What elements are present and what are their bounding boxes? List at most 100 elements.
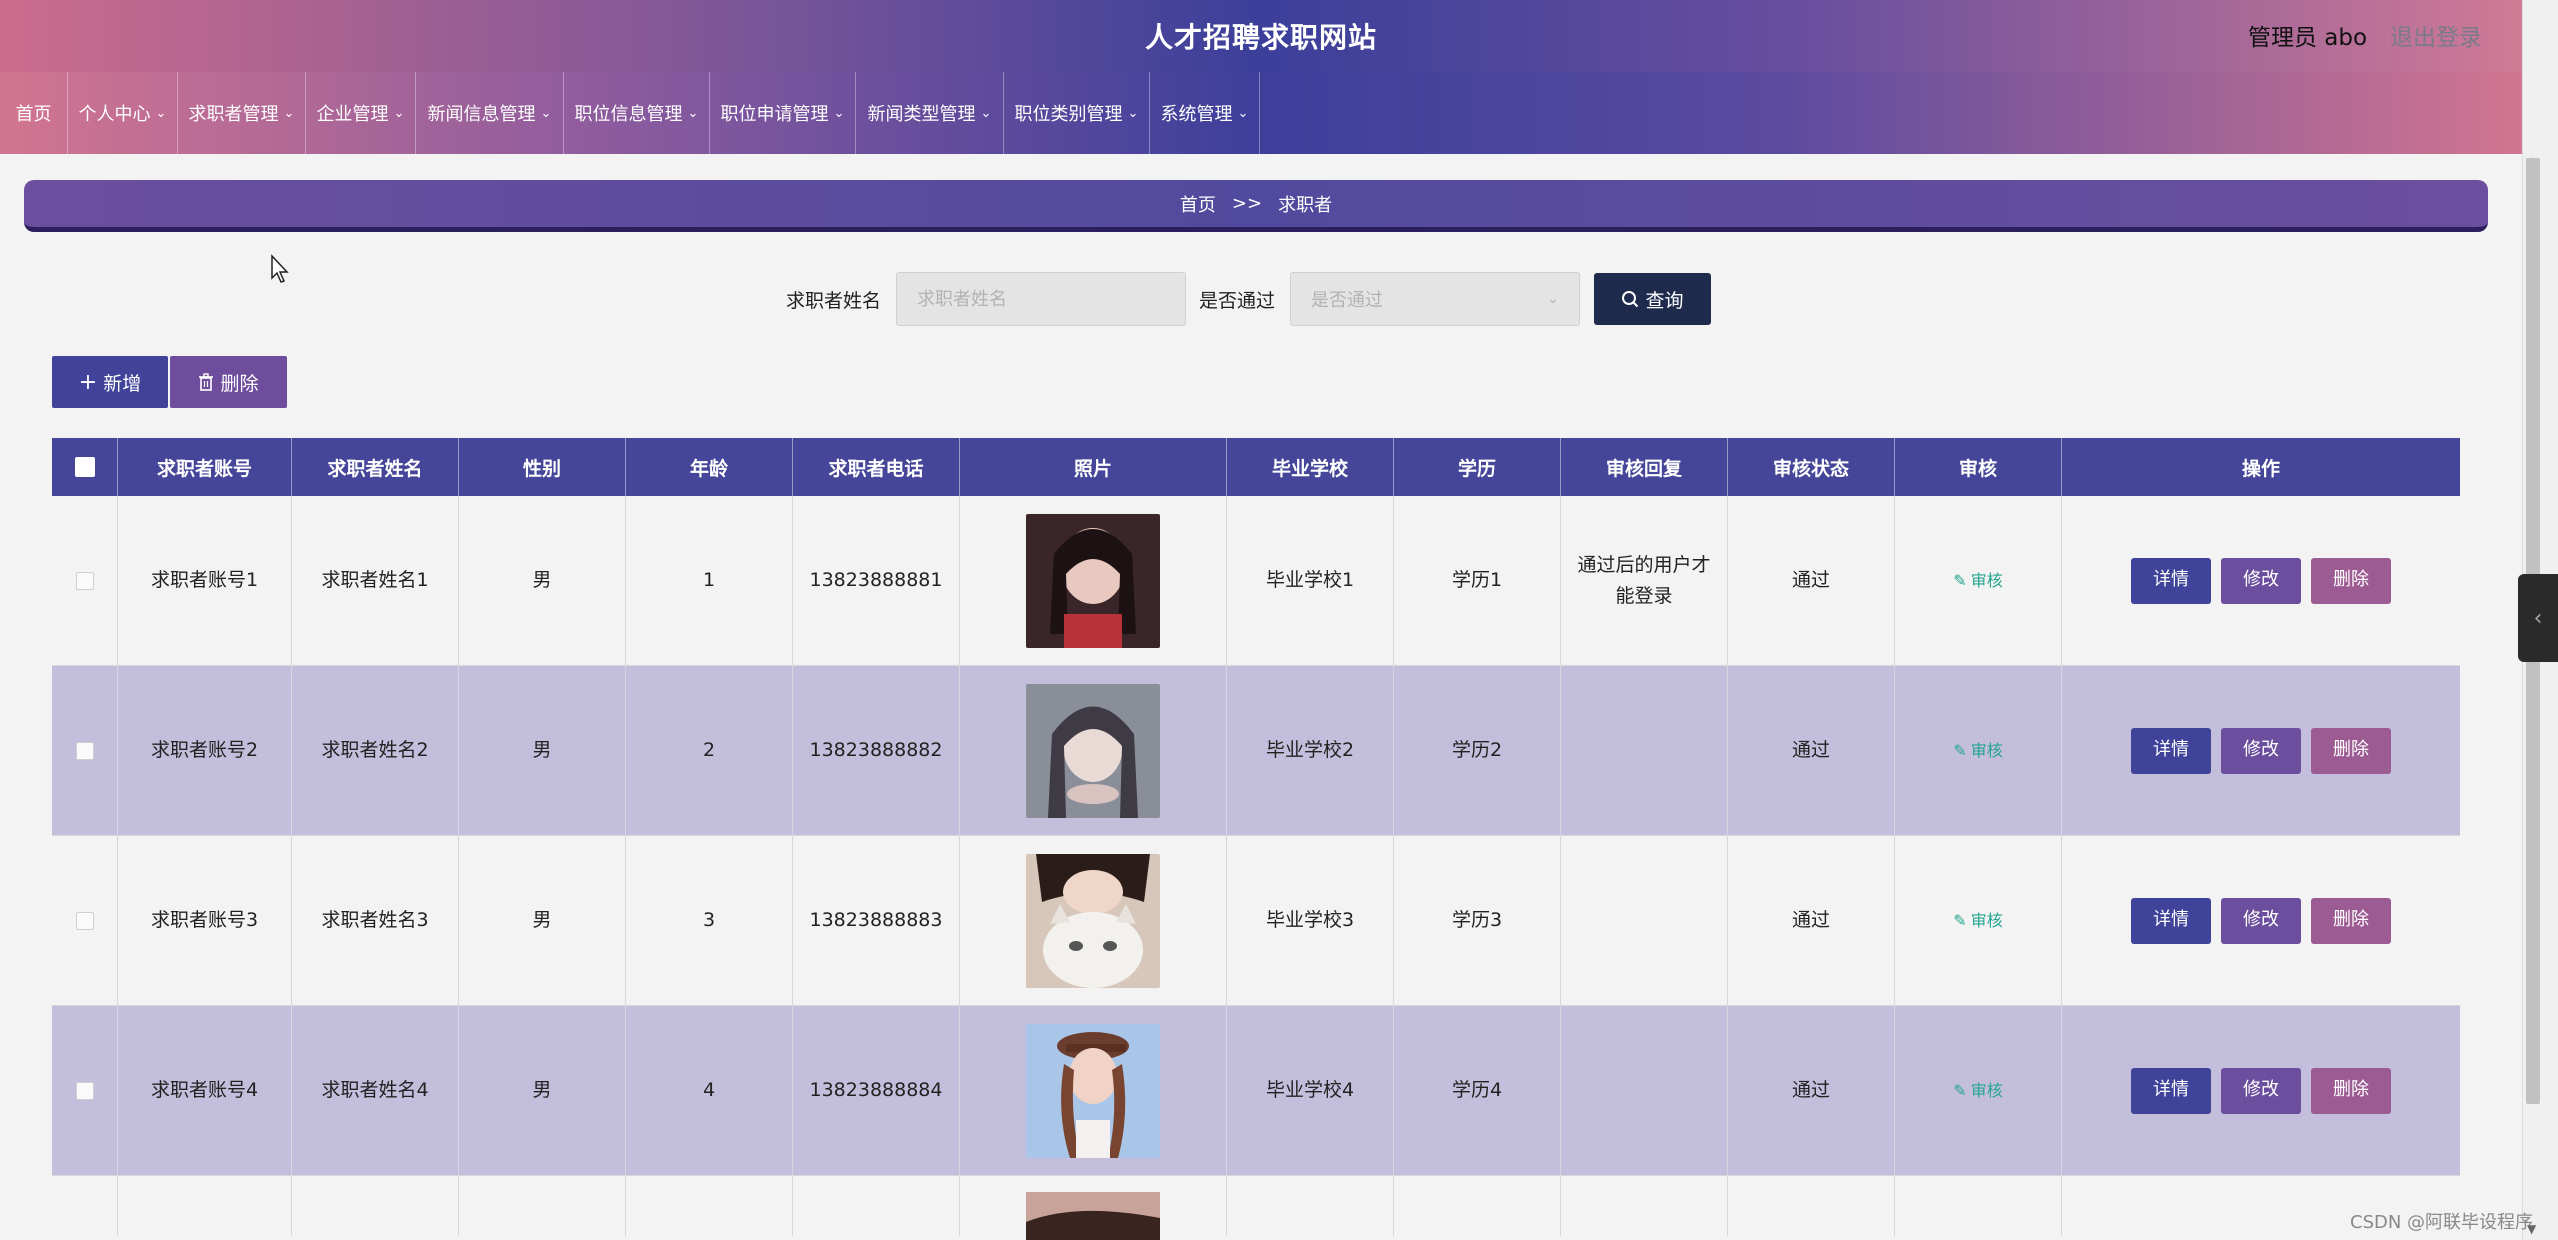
- top-header: 人才招聘求职网站 管理员 abo 退出登录: [0, 0, 2522, 72]
- edit-button[interactable]: 修改: [2221, 727, 2301, 774]
- cell-reply: [1561, 1006, 1728, 1175]
- cell-reply: 通过后的用户才能登录: [1561, 496, 1728, 665]
- cell-account: 求职者账号4: [118, 1006, 292, 1175]
- search-pass-label: 是否通过: [1199, 290, 1276, 312]
- cell-school: 毕业学校2: [1227, 666, 1394, 835]
- plus-icon: +: [78, 369, 98, 395]
- cell-status: 通过: [1728, 1006, 1895, 1175]
- review-link[interactable]: ✎ 审核: [1953, 568, 2002, 594]
- cell-phone: 13823888881: [793, 496, 960, 665]
- row-checkbox[interactable]: [75, 571, 94, 590]
- table-row: 求职者账号4 求职者姓名4 男 4 13823888884 毕业学校4 学历4 …: [52, 1006, 2460, 1176]
- main-nav: 首页 个人中心 ⌄ 求职者管理 ⌄ 企业管理 ⌄ 新闻信息管理 ⌄ 职位信息管理 ⌄ 职位…: [0, 72, 2522, 154]
- cell-age: 2: [626, 666, 793, 835]
- table-header: 求职者账号 求职者姓名 性别 年龄 求职者电话 照片 毕业学校 学历 审核回复 …: [52, 438, 2460, 496]
- cell-name: 求职者姓名3: [292, 836, 459, 1005]
- search-name-label: 求职者姓名: [786, 290, 882, 312]
- cell-photo: [960, 496, 1227, 665]
- nav-item-news-mgmt[interactable]: 新闻信息管理 ⌄: [416, 72, 564, 154]
- cell-status: 通过: [1728, 496, 1895, 665]
- cell-school: 毕业学校4: [1227, 1006, 1394, 1175]
- nav-item-label: 新闻信息管理: [427, 104, 536, 125]
- edit-button[interactable]: 修改: [2221, 1067, 2301, 1114]
- review-link[interactable]: ✎ 审核: [1953, 1078, 2002, 1104]
- row-select-cell: [52, 836, 118, 1005]
- nav-item-jobseeker-mgmt[interactable]: 求职者管理 ⌄: [178, 72, 306, 154]
- add-button[interactable]: + 新增: [52, 356, 168, 408]
- cell-age: 1: [626, 496, 793, 665]
- cell-status: [1728, 1176, 1895, 1236]
- pass-status-select[interactable]: 是否通过 ⌄: [1290, 272, 1580, 326]
- cell-account: [118, 1176, 292, 1236]
- nav-item-job-apply-mgmt[interactable]: 职位申请管理 ⌄: [710, 72, 856, 154]
- add-button-label: 新增: [103, 372, 142, 395]
- row-checkbox[interactable]: [75, 1081, 94, 1100]
- row-select-cell: [52, 666, 118, 835]
- column-header: 求职者账号: [118, 438, 292, 496]
- edit-button[interactable]: 修改: [2221, 897, 2301, 944]
- pass-status-placeholder: 是否通过: [1311, 290, 1383, 311]
- search-name-input[interactable]: [896, 272, 1186, 326]
- photo-image: [1026, 513, 1160, 648]
- select-all-checkbox[interactable]: [74, 457, 95, 477]
- nav-item-label: 求职者管理: [188, 104, 279, 125]
- column-header: 性别: [459, 438, 626, 496]
- cell-phone: 13823888883: [793, 836, 960, 1005]
- review-link[interactable]: ✎ 审核: [1953, 908, 2002, 934]
- table-row: 求职者账号1 求职者姓名1 男 1 13823888881 毕业学校1 学历1 …: [52, 496, 2460, 666]
- batch-delete-label: 删除: [220, 372, 259, 395]
- delete-button[interactable]: 删除: [2311, 1067, 2391, 1114]
- cell-account: 求职者账号1: [118, 496, 292, 665]
- breadcrumb: 首页 >> 求职者: [24, 180, 2488, 232]
- row-checkbox[interactable]: [75, 741, 94, 760]
- cell-degree: [1394, 1176, 1561, 1236]
- delete-button[interactable]: 删除: [2311, 727, 2391, 774]
- review-link[interactable]: ✎ 审核: [1953, 738, 2002, 764]
- cell-gender: 男: [459, 836, 626, 1005]
- detail-button[interactable]: 详情: [2131, 897, 2211, 944]
- nav-item-home[interactable]: 首页: [0, 72, 68, 154]
- cell-age: 4: [626, 1006, 793, 1175]
- breadcrumb-home[interactable]: 首页: [1180, 191, 1216, 217]
- detail-button[interactable]: 详情: [2131, 1067, 2211, 1114]
- cell-phone: 13823888884: [793, 1006, 960, 1175]
- column-header: 操作: [2241, 457, 2280, 480]
- chevron-down-icon: ⌄: [980, 105, 992, 121]
- column-header: 学历: [1394, 438, 1561, 496]
- table-row: [52, 1176, 2460, 1240]
- chevron-down-icon: ⌄: [393, 105, 405, 121]
- column-header: 求职者姓名: [292, 438, 459, 496]
- query-button[interactable]: 查询: [1594, 273, 1711, 325]
- mouse-cursor-icon: [271, 254, 289, 283]
- nav-item-job-info-mgmt[interactable]: 职位信息管理 ⌄: [564, 72, 710, 154]
- nav-item-news-type-mgmt[interactable]: 新闻类型管理 ⌄: [856, 72, 1004, 154]
- edit-button[interactable]: 修改: [2221, 557, 2301, 604]
- nav-item-system-mgmt[interactable]: 系统管理 ⌄: [1150, 72, 1260, 154]
- nav-item-company-mgmt[interactable]: 企业管理 ⌄: [306, 72, 416, 154]
- row-checkbox[interactable]: [75, 911, 94, 930]
- side-panel-toggle[interactable]: ‹: [2518, 574, 2558, 662]
- watermark: CSDN @阿联毕设程序: [2350, 1212, 2534, 1233]
- cell-photo: [960, 1176, 1227, 1240]
- cell-phone: [793, 1176, 960, 1236]
- logout-link[interactable]: 退出登录: [2390, 18, 2482, 52]
- site-title: 人才招聘求职网站: [1144, 21, 1377, 54]
- search-icon: [1622, 291, 1639, 308]
- nav-item-label: 职位申请管理: [720, 104, 829, 125]
- cell-school: [1227, 1176, 1394, 1236]
- nav-item-label: 系统管理: [1160, 104, 1233, 125]
- batch-delete-button[interactable]: 删除: [170, 356, 287, 408]
- chevron-down-icon: ⌄: [155, 105, 167, 121]
- edit-icon: ✎: [1953, 740, 1967, 760]
- cell-age: 3: [626, 836, 793, 1005]
- cell-school: 毕业学校1: [1227, 496, 1394, 665]
- detail-button[interactable]: 详情: [2131, 727, 2211, 774]
- cell-school: 毕业学校3: [1227, 836, 1394, 1005]
- nav-item-label: 个人中心: [78, 104, 151, 125]
- nav-item-job-category-mgmt[interactable]: 职位类别管理 ⌄: [1004, 72, 1150, 154]
- chevron-down-icon: ⌄: [833, 105, 845, 121]
- delete-button[interactable]: 删除: [2311, 557, 2391, 604]
- detail-button[interactable]: 详情: [2131, 557, 2211, 604]
- nav-item-personal-center[interactable]: 个人中心 ⌄: [68, 72, 178, 154]
- delete-button[interactable]: 删除: [2311, 897, 2391, 944]
